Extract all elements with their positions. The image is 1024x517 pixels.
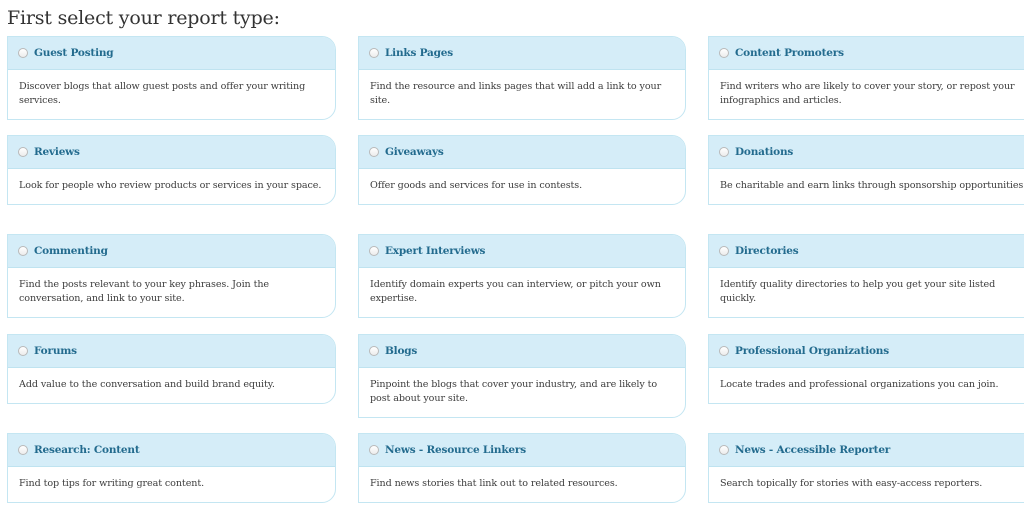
report-option-expert-interviews[interactable]: Expert Interviews Identify domain expert… xyxy=(358,234,686,318)
report-option-description: Locate trades and professional organizat… xyxy=(720,379,999,390)
report-option-reviews[interactable]: Reviews Look for people who review produ… xyxy=(7,135,336,205)
report-option-label[interactable]: Directories xyxy=(735,245,799,257)
report-option-header[interactable]: Blogs xyxy=(359,335,685,368)
report-option-label[interactable]: Research: Content xyxy=(34,444,140,456)
report-option-label[interactable]: Reviews xyxy=(34,146,80,158)
report-option-header[interactable]: Reviews xyxy=(8,136,335,169)
report-option-forums[interactable]: Forums Add value to the conversation and… xyxy=(7,334,336,404)
radio-button[interactable] xyxy=(719,246,729,256)
report-option-professional-organizations[interactable]: Professional Organizations Locate trades… xyxy=(708,334,1024,404)
page-title: First select your report type: xyxy=(7,7,280,29)
radio-button[interactable] xyxy=(18,346,28,356)
report-option-header[interactable]: Donations xyxy=(709,136,1024,169)
report-option-label[interactable]: Blogs xyxy=(385,345,417,357)
report-option-label[interactable]: Content Promoters xyxy=(735,47,844,59)
report-option-giveaways[interactable]: Giveaways Offer goods and services for u… xyxy=(358,135,686,205)
report-option-description: Pinpoint the blogs that cover your indus… xyxy=(370,379,658,404)
report-option-news-resource-linkers[interactable]: News - Resource Linkers Find news storie… xyxy=(358,433,686,503)
report-option-description: Be charitable and earn links through spo… xyxy=(720,180,1024,191)
radio-button[interactable] xyxy=(18,445,28,455)
radio-button[interactable] xyxy=(719,147,729,157)
report-option-guest-posting[interactable]: Guest Posting Discover blogs that allow … xyxy=(7,36,336,120)
report-option-header[interactable]: Directories xyxy=(709,235,1024,268)
report-option-description: Discover blogs that allow guest posts an… xyxy=(19,81,306,106)
report-option-content-promoters[interactable]: Content Promoters Find writers who are l… xyxy=(708,36,1024,120)
report-option-header[interactable]: Giveaways xyxy=(359,136,685,169)
report-option-description: Find top tips for writing great content. xyxy=(19,478,205,489)
report-option-description: Find the resource and links pages that w… xyxy=(370,81,662,106)
radio-button[interactable] xyxy=(369,346,379,356)
radio-button[interactable] xyxy=(719,48,729,58)
report-option-blogs[interactable]: Blogs Pinpoint the blogs that cover your… xyxy=(358,334,686,418)
report-option-description: Search topically for stories with easy-a… xyxy=(720,478,983,489)
radio-button[interactable] xyxy=(369,48,379,58)
report-option-label[interactable]: News - Accessible Reporter xyxy=(735,444,890,456)
report-option-description: Offer goods and services for use in cont… xyxy=(370,180,583,191)
report-option-header[interactable]: Links Pages xyxy=(359,37,685,70)
report-option-description: Identify quality directories to help you… xyxy=(720,279,996,304)
report-option-header[interactable]: Forums xyxy=(8,335,335,368)
report-option-news-accessible-reporter[interactable]: News - Accessible Reporter Search topica… xyxy=(708,433,1024,503)
report-option-description: Add value to the conversation and build … xyxy=(19,379,275,390)
report-option-header[interactable]: Commenting xyxy=(8,235,335,268)
report-option-label[interactable]: Donations xyxy=(735,146,793,158)
radio-button[interactable] xyxy=(18,246,28,256)
report-option-header[interactable]: Content Promoters xyxy=(709,37,1024,70)
report-option-header[interactable]: Expert Interviews xyxy=(359,235,685,268)
report-option-label[interactable]: Links Pages xyxy=(385,47,453,59)
radio-button[interactable] xyxy=(18,147,28,157)
report-option-research-content[interactable]: Research: Content Find top tips for writ… xyxy=(7,433,336,503)
report-option-header[interactable]: News - Resource Linkers xyxy=(359,434,685,467)
radio-button[interactable] xyxy=(18,48,28,58)
report-option-description: Identify domain experts you can intervie… xyxy=(370,279,661,304)
radio-button[interactable] xyxy=(369,445,379,455)
report-option-label[interactable]: Commenting xyxy=(34,245,108,257)
report-option-links-pages[interactable]: Links Pages Find the resource and links … xyxy=(358,36,686,120)
report-option-description: Find writers who are likely to cover you… xyxy=(720,81,1015,106)
report-option-label[interactable]: Expert Interviews xyxy=(385,245,485,257)
report-option-label[interactable]: Giveaways xyxy=(385,146,444,158)
report-option-description: Look for people who review products or s… xyxy=(19,180,322,191)
report-option-header[interactable]: Guest Posting xyxy=(8,37,335,70)
report-option-label[interactable]: News - Resource Linkers xyxy=(385,444,526,456)
radio-button[interactable] xyxy=(369,246,379,256)
report-option-donations[interactable]: Donations Be charitable and earn links t… xyxy=(708,135,1024,205)
report-option-description: Find the posts relevant to your key phra… xyxy=(19,279,269,304)
report-option-header[interactable]: Professional Organizations xyxy=(709,335,1024,368)
report-option-label[interactable]: Forums xyxy=(34,345,77,357)
radio-button[interactable] xyxy=(719,346,729,356)
report-option-directories[interactable]: Directories Identify quality directories… xyxy=(708,234,1024,318)
report-option-header[interactable]: Research: Content xyxy=(8,434,335,467)
report-option-label[interactable]: Guest Posting xyxy=(34,47,114,59)
report-option-commenting[interactable]: Commenting Find the posts relevant to yo… xyxy=(7,234,336,318)
report-option-header[interactable]: News - Accessible Reporter xyxy=(709,434,1024,467)
radio-button[interactable] xyxy=(719,445,729,455)
radio-button[interactable] xyxy=(369,147,379,157)
report-option-label[interactable]: Professional Organizations xyxy=(735,345,889,357)
report-option-description: Find news stories that link out to relat… xyxy=(370,478,618,489)
